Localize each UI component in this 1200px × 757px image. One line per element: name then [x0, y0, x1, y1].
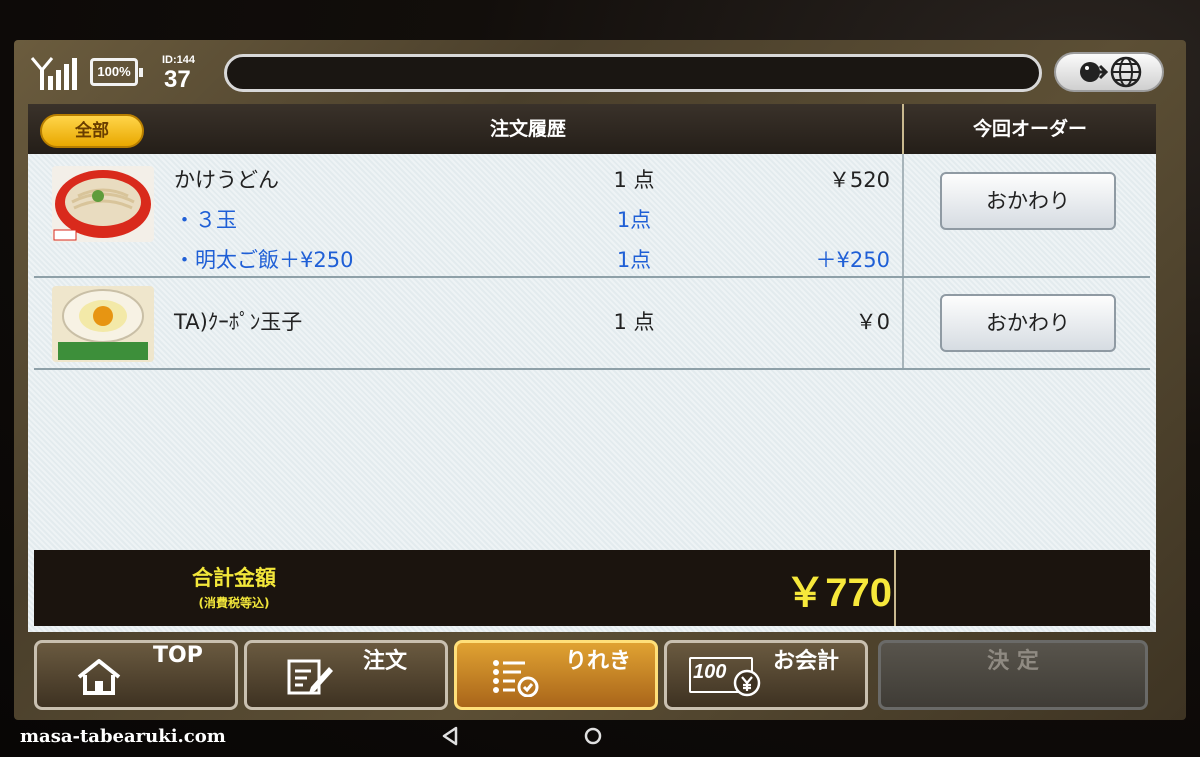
udon-thumbnail: [52, 166, 154, 242]
option-name: ・３玉: [174, 208, 237, 232]
egg-thumbnail: [52, 286, 154, 362]
tax-note: (消費税等込): [198, 596, 270, 610]
filter-tab-all[interactable]: 全部: [40, 114, 144, 148]
history-list-icon: [493, 660, 539, 697]
nav-checkout-label: お会計: [773, 649, 840, 674]
nav-top-label: TOP: [153, 643, 203, 668]
table-number: 37: [164, 66, 191, 93]
option-price: ＋¥250: [815, 248, 890, 272]
battery-icon: 100%: [90, 58, 143, 86]
back-icon[interactable]: [440, 724, 460, 748]
nav-checkout-button[interactable]: 100 お会計: [664, 640, 868, 710]
signal-icon: [30, 57, 77, 90]
total-label: 合計金額: [192, 566, 276, 590]
status-bar: 100% ID:144 37: [14, 44, 1186, 100]
home-circle-icon[interactable]: [582, 724, 604, 748]
item-qty: 1 点: [613, 310, 655, 334]
panel-header: 全部 注文履歴 今回オーダー: [28, 104, 1156, 154]
nav-top-button[interactable]: TOP: [34, 640, 238, 710]
language-button[interactable]: [1054, 52, 1164, 92]
current-order-title: 今回オーダー: [972, 118, 1087, 140]
money-icon-text: 100: [693, 661, 727, 683]
order-row: TA)ｸｰﾎﾟﾝ玉子 1 点 ￥0 おかわり: [34, 278, 1150, 370]
refill-button[interactable]: おかわり: [940, 294, 1116, 352]
total-bar: 合計金額 (消費税等込) ￥770: [34, 550, 1150, 626]
confirm-button[interactable]: 決 定: [878, 640, 1148, 710]
nav-history-label: りれき: [565, 649, 632, 674]
option-qty: 1点: [616, 208, 652, 232]
total-amount: ￥770: [785, 571, 892, 615]
money-icon: 100: [689, 657, 761, 697]
message-bar: [224, 54, 1042, 92]
table-id-label: ID:144: [162, 54, 196, 66]
nav-order-button[interactable]: 注文: [244, 640, 448, 710]
panel-title: 注文履歴: [489, 118, 566, 140]
order-history-panel: 全部 注文履歴 今回オーダー かけうどん 1 点 ￥520 ・３玉 1点 ・明太…: [28, 104, 1156, 632]
item-name: TA)ｸｰﾎﾟﾝ玉子: [174, 310, 303, 334]
item-qty: 1 点: [613, 168, 655, 192]
nav-history-button[interactable]: りれき: [454, 640, 658, 710]
globe-icon: [1080, 56, 1142, 88]
refill-button[interactable]: おかわり: [940, 172, 1116, 230]
order-row: かけうどん 1 点 ￥520 ・３玉 1点 ・明太ご飯＋¥250 1点 ＋¥25…: [34, 154, 1150, 278]
edit-icon: [287, 659, 333, 695]
option-qty: 1点: [616, 248, 652, 272]
item-price: ￥0: [855, 310, 890, 334]
watermark-credit: masa-tabearuki.com: [20, 726, 226, 747]
column-divider: [902, 154, 904, 276]
option-name: ・明太ご飯＋¥250: [174, 248, 354, 272]
confirm-label: 決 定: [987, 649, 1039, 674]
nav-order-label: 注文: [363, 649, 408, 674]
home-icon: [77, 659, 121, 695]
total-divider: [894, 550, 896, 626]
column-divider: [902, 278, 904, 368]
item-name: かけうどん: [174, 168, 279, 192]
item-price: ￥520: [828, 168, 890, 192]
